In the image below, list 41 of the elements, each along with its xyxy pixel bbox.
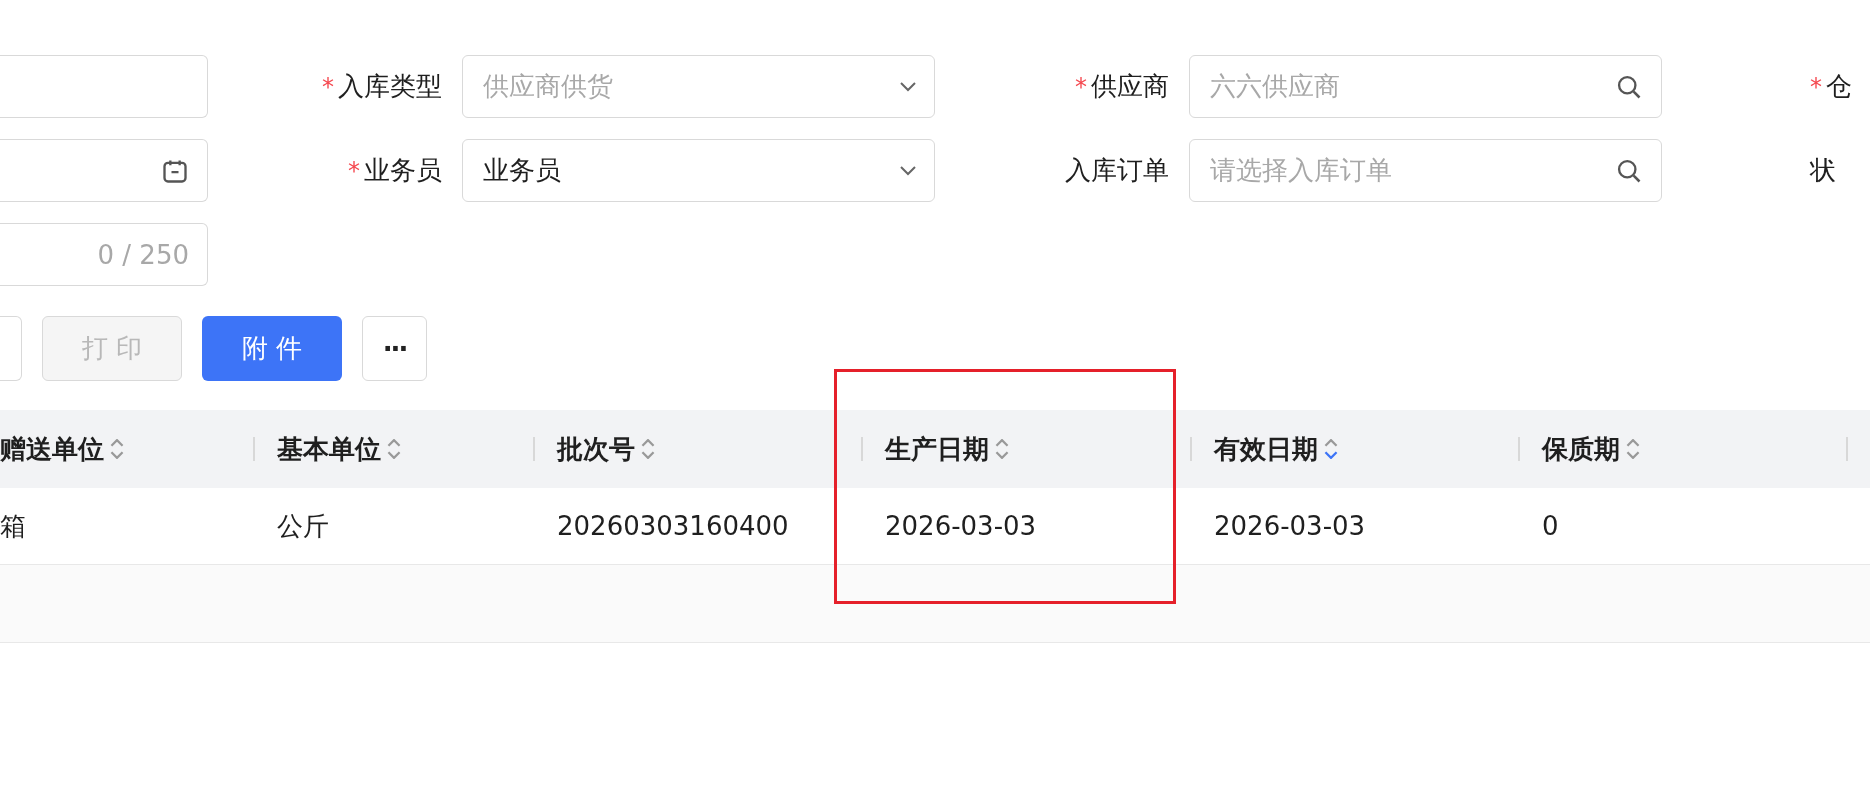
field-label: 仓 bbox=[1826, 70, 1852, 103]
field-value: 业务员 bbox=[483, 154, 561, 187]
chevron-down-icon bbox=[900, 165, 916, 176]
field-label: 状 bbox=[1810, 154, 1836, 187]
table-cell-text: 公斤 bbox=[277, 509, 329, 543]
chevron-down-icon bbox=[900, 81, 916, 92]
column-header[interactable]: 基本单位 bbox=[277, 431, 381, 467]
sort-icon[interactable] bbox=[1324, 439, 1338, 459]
table-cell: 2026-03-03 bbox=[1214, 511, 1366, 541]
column-header[interactable]: 保质期 bbox=[1542, 431, 1620, 467]
column-header[interactable]: 生产日期 bbox=[885, 431, 989, 467]
sort-icon[interactable] bbox=[1626, 439, 1640, 459]
sort-icon[interactable] bbox=[995, 439, 1009, 459]
placeholder: 六六供应商 bbox=[1210, 70, 1340, 103]
more-button[interactable]: ··· bbox=[362, 316, 427, 381]
required-mark: * bbox=[348, 156, 360, 185]
field-label: 业务员 bbox=[364, 154, 442, 187]
table-cell: 0 bbox=[1542, 511, 1559, 541]
column-header[interactable]: 有效日期 bbox=[1214, 431, 1318, 467]
input-field[interactable] bbox=[0, 55, 208, 118]
placeholder: 请选择入库订单 bbox=[1210, 154, 1392, 187]
sort-icon[interactable] bbox=[387, 439, 401, 459]
placeholder: 供应商供货 bbox=[483, 70, 613, 103]
required-mark: * bbox=[1810, 72, 1822, 101]
required-mark: * bbox=[322, 72, 334, 101]
table-cell: 2026-03-03 bbox=[885, 511, 1037, 541]
column-header[interactable]: 批次号 bbox=[557, 431, 635, 467]
toolbar-button[interactable] bbox=[0, 316, 22, 381]
table-cell: 20260303160400 bbox=[557, 511, 789, 541]
column-header[interactable]: 赠送单位 bbox=[0, 431, 104, 467]
required-mark: * bbox=[1075, 72, 1087, 101]
field-label: 入库订单 bbox=[1065, 154, 1169, 187]
attachment-button[interactable]: 附 件 bbox=[202, 316, 342, 381]
table-cell-text: 箱 bbox=[0, 509, 26, 543]
select-field[interactable]: 业务员 bbox=[462, 139, 935, 202]
sort-icon[interactable] bbox=[641, 439, 655, 459]
field-label: 供应商 bbox=[1091, 70, 1169, 103]
character-counter: 0 / 250 bbox=[97, 239, 189, 270]
date-field[interactable] bbox=[0, 139, 208, 202]
sort-icon[interactable] bbox=[110, 439, 124, 459]
field-label: 入库类型 bbox=[338, 70, 442, 103]
